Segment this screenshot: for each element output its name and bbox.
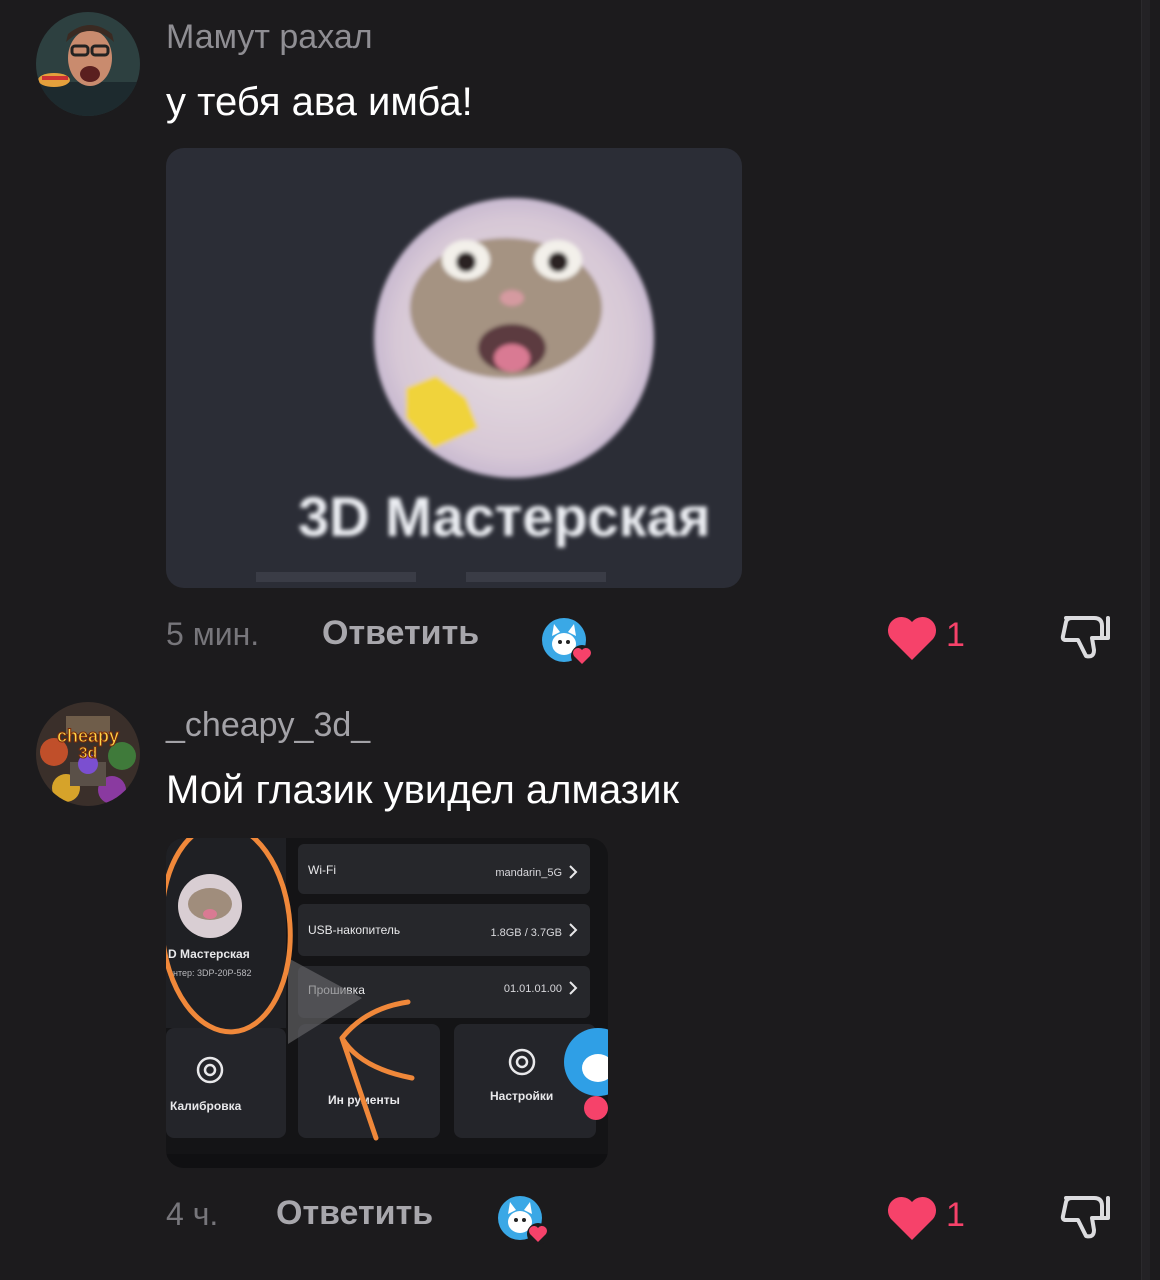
screenshot-row-value: 1.8GB / 3.7GB [490, 927, 562, 939]
comment-actions: 5 мин. Ответить 1 [166, 610, 1126, 670]
author-avatar[interactable] [36, 12, 140, 116]
screenshot-profile-name: D Мастерская [168, 947, 250, 961]
attachment-caption: 3D Мастерская [298, 485, 711, 548]
reply-button[interactable]: Ответить [322, 614, 479, 653]
heart-icon [887, 616, 937, 660]
comment-actions: 4 ч. Ответить 1 [166, 1190, 1126, 1250]
dislike-button[interactable] [1060, 610, 1116, 666]
author-liked-badge [540, 616, 594, 670]
comments-page: Мамут рахал у тебя ава имба! 3D Мастерск… [0, 0, 1160, 1280]
heart-icon [887, 1196, 937, 1240]
heart-icon [527, 1223, 549, 1245]
comment-time: 4 ч. [166, 1196, 219, 1232]
author-avatar[interactable]: cheapy 3d [36, 702, 140, 806]
dislike-icon [1060, 1196, 1110, 1239]
scrollbar[interactable] [1141, 0, 1150, 1280]
like-count: 1 [946, 616, 965, 654]
comment-time: 5 мин. [166, 616, 260, 652]
screenshot-row-label: USB-накопитель [308, 923, 400, 937]
avatar-label: 3d [79, 745, 98, 762]
author-name[interactable]: _cheapy_3d_ [166, 706, 370, 745]
screenshot-row-value: 01.01.01.00 [504, 983, 562, 995]
dislike-icon [1060, 616, 1110, 659]
comment-image[interactable]: D Мастерская интер: 3DP-20P-582 Wi-Fi ma… [166, 838, 608, 1168]
author-liked-badge [496, 1194, 550, 1248]
comment-image[interactable]: 3D Мастерская [166, 148, 742, 588]
like-count: 1 [946, 1196, 965, 1234]
screenshot-row-value: mandarin_5G [495, 867, 562, 879]
screenshot-tile-label: Настройки [490, 1089, 553, 1103]
like-button[interactable]: 1 [886, 1190, 996, 1246]
dislike-button[interactable] [1060, 1190, 1116, 1246]
comment-text: Мой глазик увидел алмазик [166, 768, 679, 812]
avatar-label: cheapy [57, 726, 119, 746]
screenshot-profile-sub: интер: 3DP-20P-582 [168, 968, 252, 978]
reply-button[interactable]: Ответить [276, 1194, 433, 1233]
like-button[interactable]: 1 [886, 610, 996, 666]
screenshot-row-label: Wi-Fi [308, 863, 336, 877]
comment-text: у тебя ава имба! [166, 80, 473, 124]
screenshot-tile-label: Калибровка [170, 1099, 242, 1113]
heart-icon [571, 645, 593, 667]
author-name[interactable]: Мамут рахал [166, 18, 373, 57]
